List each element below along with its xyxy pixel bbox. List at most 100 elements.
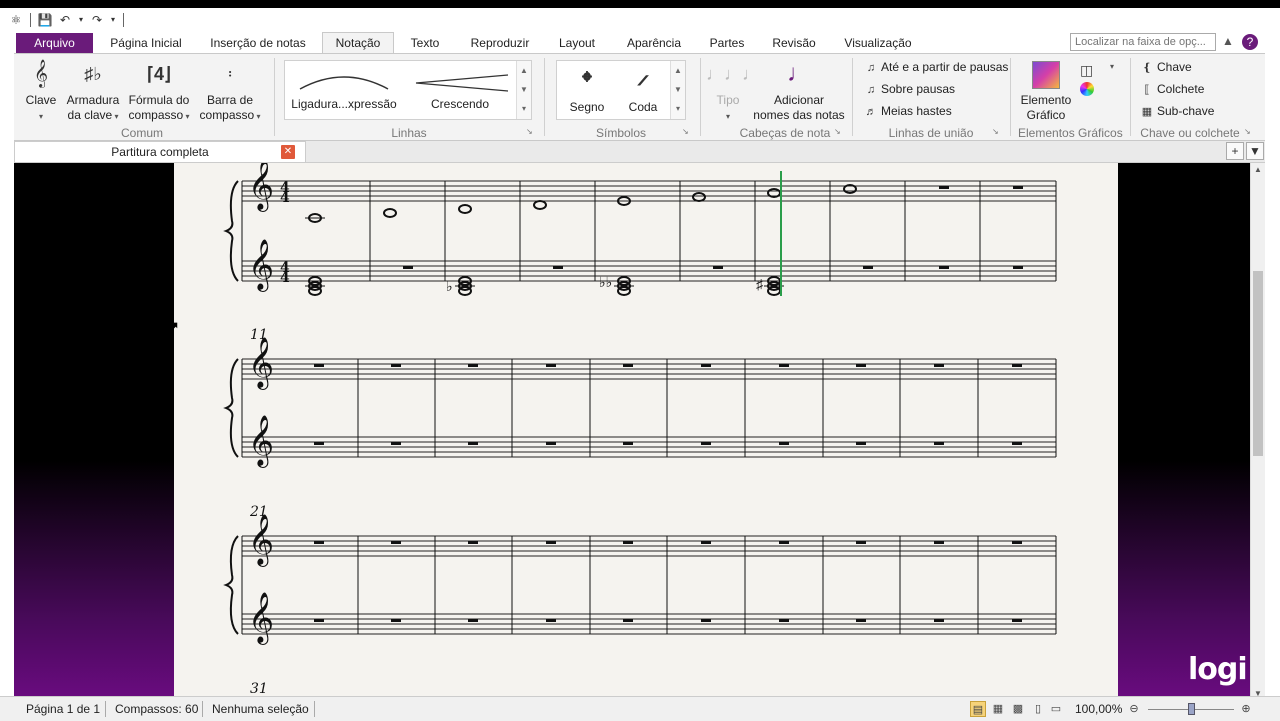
tab-menu-button[interactable]: ▼ [1246, 142, 1264, 160]
close-icon[interactable]: ✕ [281, 145, 295, 159]
scroll-up-icon[interactable]: ▲ [1251, 165, 1265, 174]
score-workspace[interactable]: 𝄞 𝄞 4 4 4 4 ♭ ♭♭ ♯ 𝄞 𝄞 11 𝄞 𝄞 21 31 logi [14, 163, 1250, 704]
elemento-label: Elemento [1020, 93, 1072, 107]
elemento-label-2: Gráfico [1026, 108, 1066, 122]
tab-texto[interactable]: Texto [404, 33, 446, 53]
app-logo-icon[interactable]: ⚛ [8, 12, 24, 28]
crescendo-icon [415, 74, 509, 92]
tipo-button[interactable]: ♩♩♩ Tipo ▾ [706, 58, 760, 124]
save-icon[interactable]: 💾 [37, 12, 53, 28]
dialog-launcher-icon[interactable]: ↘ [1244, 128, 1252, 136]
group-separator [544, 58, 545, 136]
barra-de-compasso-button[interactable]: 𝄈 Barra de compasso ▾ [198, 58, 262, 124]
slur-icon [299, 76, 389, 90]
undo-dropdown-icon[interactable]: ▾ [77, 12, 85, 28]
gallery-scroll[interactable]: ▲ ▼ ▾ [670, 61, 685, 119]
screen-view-icon[interactable]: ▭ [1048, 701, 1064, 717]
gallery-scroll[interactable]: ▲ ▼ ▾ [516, 61, 531, 119]
dialog-launcher-icon[interactable]: ↘ [834, 128, 842, 136]
ligadura-label: Ligadura...xpressão [291, 97, 397, 111]
document-tab-title: Partitura completa [111, 145, 209, 159]
tab-reproduzir[interactable]: Reproduzir [464, 33, 536, 53]
meias-hastes-button[interactable]: ♬ Meias hastes [864, 104, 952, 118]
panorama-view-icon[interactable]: ▩ [1010, 701, 1026, 717]
tab-revisao[interactable]: Revisão [768, 33, 820, 53]
dialog-launcher-icon[interactable]: ↘ [682, 128, 690, 136]
collapse-ribbon-icon[interactable]: ▲ [1220, 34, 1236, 50]
ligadura-expressao-button[interactable]: Ligadura...xpressão [289, 69, 399, 112]
whole-rest [856, 541, 866, 544]
tab-notacao[interactable]: Notação [322, 32, 394, 54]
document-tab-partitura-completa[interactable]: Partitura completa ✕ [14, 141, 306, 162]
score-page[interactable]: 𝄞 𝄞 4 4 4 4 ♭ ♭♭ ♯ 𝄞 𝄞 11 𝄞 𝄞 21 31 [174, 163, 1118, 704]
coda-button[interactable]: 𝄍 Coda [617, 65, 669, 115]
zoom-out-icon[interactable]: ⊖ [1126, 701, 1142, 717]
crescendo-button[interactable]: Crescendo [405, 69, 515, 112]
tab-partes[interactable]: Partes [704, 33, 750, 53]
tab-visualizacao[interactable]: Visualização [840, 33, 916, 53]
clave-button[interactable]: 𝄞 Clave ▾ [20, 58, 62, 124]
ribbon-panel: 𝄞 Clave ▾ ♯♭ Armadura da clave ▾ ⌈4⌋ Fór… [14, 53, 1265, 141]
sub-chave-button[interactable]: ▦ Sub-chave [1140, 104, 1215, 118]
elemento-grafico-button[interactable]: Elemento Gráfico [1014, 58, 1078, 123]
chave-button[interactable]: ❴ Chave [1140, 60, 1191, 74]
beam-over-rest-icon: ♫ [866, 84, 876, 96]
whole-rest [391, 541, 401, 544]
tab-aparencia[interactable]: Aparência [618, 33, 690, 53]
brace [223, 535, 239, 635]
scrollbar-thumb[interactable] [1253, 271, 1263, 456]
bar-count: Compassos: 60 [115, 702, 199, 716]
dialog-launcher-icon[interactable]: ↘ [992, 128, 1000, 136]
tab-arquivo[interactable]: Arquivo [16, 33, 93, 53]
sobre-pausas-button[interactable]: ♫ Sobre pausas [864, 82, 955, 96]
ate-label: Até e a partir de pausas [881, 60, 1009, 74]
chevron-down-icon: ▾ [183, 112, 190, 121]
qat-separator [123, 12, 124, 27]
dialog-launcher-icon[interactable]: ↘ [526, 128, 534, 136]
tab-pagina-inicial[interactable]: Página Inicial [102, 33, 190, 53]
whole-rest [314, 364, 324, 367]
time-signature-bottom: 4 [280, 270, 290, 286]
redo-dropdown-icon[interactable]: ▾ [109, 12, 117, 28]
ribbon-search-input[interactable] [1070, 33, 1216, 51]
graphic-image-icon [1014, 58, 1078, 90]
adicionar-label-2: nomes das notas [753, 108, 845, 122]
tab-insercao-de-notas[interactable]: Inserção de notas [202, 33, 314, 53]
notehead-type-icon: ♩♩♩ [706, 64, 760, 84]
measure-number: 11 [250, 327, 268, 343]
group-separator [852, 58, 853, 136]
whole-rest [1012, 541, 1022, 544]
tab-layout[interactable]: Layout [552, 33, 602, 53]
color-wheel-icon[interactable] [1080, 82, 1094, 96]
page-indicator: Página 1 de 1 [26, 702, 101, 716]
page-view-icon[interactable]: ▤ [970, 701, 986, 717]
qat-separator [30, 12, 31, 27]
group-label-chave-ou-colchete: Chave ou colchete [1140, 126, 1240, 140]
redo-icon[interactable]: ↷ [89, 12, 105, 28]
zoom-in-icon[interactable]: ⊕ [1238, 701, 1254, 717]
spreads-view-icon[interactable]: ▦ [990, 701, 1006, 717]
formula-do-compasso-button[interactable]: ⌈4⌋ Fórmula do compasso ▾ [126, 58, 192, 124]
adicionar-label: Adicionar [773, 93, 825, 107]
chevron-down-icon[interactable]: ▾ [1110, 62, 1114, 71]
segno-button[interactable]: 𝄌 Segno [561, 65, 613, 115]
vertical-scrollbar[interactable]: ▲ ▼ [1250, 163, 1265, 704]
help-icon[interactable]: ? [1242, 34, 1258, 50]
measure-number: 31 [250, 681, 268, 697]
whole-rest [468, 619, 478, 622]
app-window: ⚛ 💾 ↶ ▾ ↷ ▾ Arquivo Página Inicial Inser… [0, 8, 1280, 721]
armadura-da-clave-button[interactable]: ♯♭ Armadura da clave ▾ [64, 58, 122, 124]
adicionar-nomes-das-notas-button[interactable]: ♩ Adicionar nomes das notas [752, 58, 846, 123]
whole-rest [779, 541, 789, 544]
zoom-slider-thumb[interactable] [1188, 703, 1195, 715]
colchete-button[interactable]: ⟦ Colchete [1140, 82, 1204, 96]
score-canvas[interactable]: 𝄞𝄞4444 ♭ ♭♭ ♯𝄞𝄞11𝄞𝄞2131 [174, 163, 1118, 704]
new-tab-button[interactable]: + [1226, 142, 1244, 160]
ate-e-a-partir-de-pausas-button[interactable]: ♫ Até e a partir de pausas [864, 60, 1009, 74]
time-signature-icon: ⌈4⌋ [146, 64, 172, 84]
graphics-library-icon[interactable]: ◫ [1080, 62, 1093, 79]
whole-rest [1013, 186, 1023, 189]
single-page-icon[interactable]: ▯ [1030, 701, 1046, 717]
undo-icon[interactable]: ↶ [57, 12, 73, 28]
armadura-label: Armadura [66, 93, 120, 107]
